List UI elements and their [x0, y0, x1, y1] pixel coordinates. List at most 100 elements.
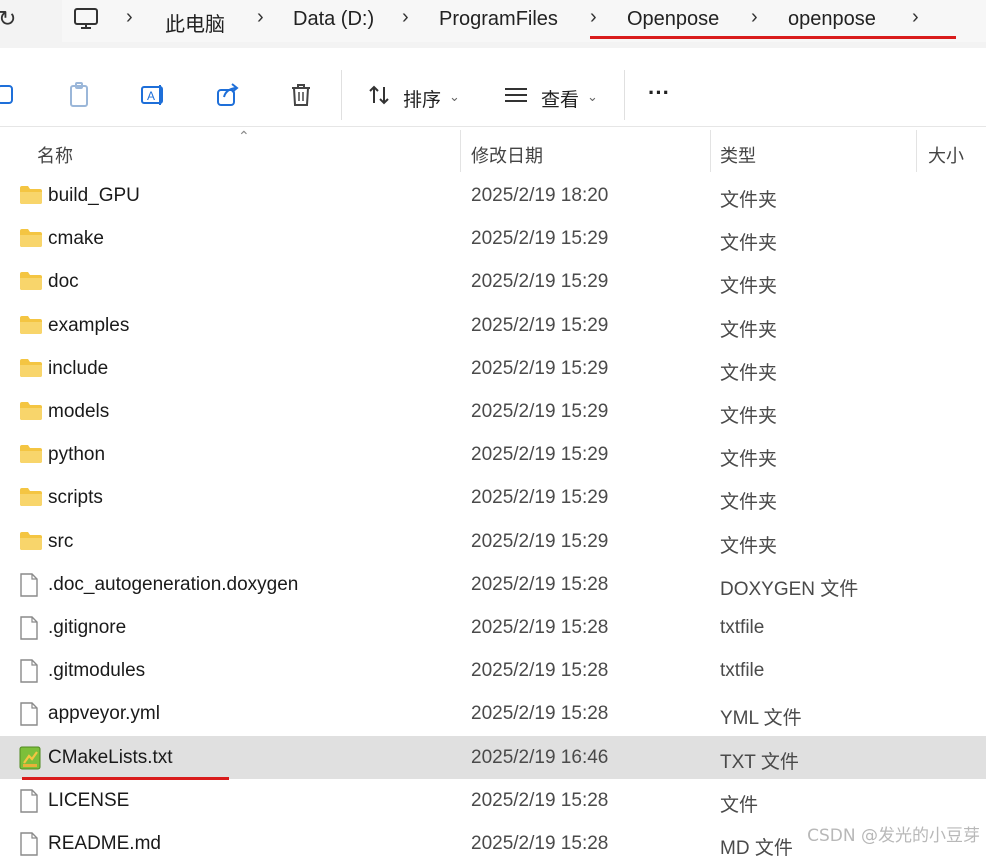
file-row[interactable]: CMakeLists.txt 2025/2/19 16:46 TXT 文件 [0, 735, 986, 779]
file-date: 2025/2/19 15:29 [471, 444, 609, 466]
this-pc-icon[interactable] [73, 7, 99, 36]
file-type: MD 文件 [720, 838, 793, 859]
file-row[interactable]: models 2025/2/19 15:29 文件夹 [0, 390, 986, 433]
breadcrumb-data-drive[interactable]: Data (D:) [293, 8, 374, 31]
red-annotation-underline [590, 36, 956, 39]
file-type: 文件夹 [720, 406, 778, 427]
file-row[interactable]: .gitmodules 2025/2/19 15:28 txtfile [0, 649, 986, 692]
toolbar-divider [624, 70, 625, 120]
column-name[interactable]: 名称 [37, 142, 73, 168]
paste-icon[interactable] [66, 81, 94, 109]
file-date: 2025/2/19 15:28 [471, 573, 609, 595]
file-name: .gitmodules [48, 660, 146, 682]
folder-icon [19, 357, 43, 384]
chevron-right-icon[interactable]: › [751, 6, 758, 29]
file-type: txtfile [720, 660, 765, 682]
column-divider[interactable] [460, 130, 461, 172]
folder-icon [19, 443, 43, 470]
file-row[interactable]: examples 2025/2/19 15:29 文件夹 [0, 304, 986, 347]
file-row[interactable]: build_GPU 2025/2/19 18:20 文件夹 [0, 174, 986, 217]
folder-icon [19, 184, 43, 211]
file-row[interactable]: scripts 2025/2/19 15:29 文件夹 [0, 476, 986, 519]
file-date: 2025/2/19 15:28 [471, 660, 609, 682]
svg-text:A: A [147, 89, 155, 103]
view-icon[interactable] [502, 81, 530, 109]
more-options-button[interactable]: ··· [648, 80, 670, 106]
file-name: scripts [48, 487, 103, 509]
folder-icon [19, 486, 43, 513]
folder-icon [19, 314, 43, 341]
file-type: 文件夹 [720, 492, 778, 514]
file-row[interactable]: doc 2025/2/19 15:29 文件夹 [0, 260, 986, 303]
file-icon [19, 659, 39, 688]
folder-icon [19, 227, 43, 254]
chevron-right-icon[interactable]: › [126, 6, 133, 29]
command-bar: A 排序 ⌄ 查看 ⌄ ··· [0, 48, 986, 127]
file-row[interactable]: include 2025/2/19 15:29 文件夹 [0, 347, 986, 390]
sort-icon[interactable] [366, 81, 394, 109]
column-header: ⌃ 名称 修改日期 类型 大小 [0, 128, 986, 172]
file-date: 2025/2/19 16:46 [471, 746, 609, 768]
file-date: 2025/2/19 15:29 [471, 401, 609, 422]
file-date: 2025/2/19 15:29 [471, 530, 609, 552]
file-date: 2025/2/19 15:29 [471, 314, 609, 336]
file-date: 2025/2/19 15:28 [471, 789, 609, 811]
breadcrumb-openpose-current[interactable]: openpose [788, 8, 876, 31]
file-date: 2025/2/19 15:28 [471, 617, 609, 638]
file-type: 文件夹 [720, 449, 778, 471]
file-row[interactable]: appveyor.yml 2025/2/19 15:28 YML 文件 [0, 692, 986, 735]
rename-icon[interactable]: A [139, 81, 167, 109]
file-name: build_GPU [48, 185, 140, 206]
share-icon[interactable] [214, 81, 242, 109]
address-bar: ↻ › 此电脑 › Data (D:) › ProgramFiles › Ope… [0, 0, 986, 48]
file-type: 文件夹 [720, 233, 778, 255]
file-date: 2025/2/19 18:20 [471, 185, 609, 206]
breadcrumb-openpose-parent[interactable]: Openpose [627, 8, 719, 31]
file-row[interactable]: cmake 2025/2/19 15:29 文件夹 [0, 217, 986, 260]
column-size[interactable]: 大小 [928, 142, 964, 168]
sort-button[interactable]: 排序 [403, 85, 441, 112]
file-name: models [48, 401, 110, 422]
breadcrumb-programfiles[interactable]: ProgramFiles [439, 8, 558, 31]
file-type: 文件夹 [720, 276, 778, 298]
toolbar-divider [341, 70, 342, 120]
copy-icon[interactable] [0, 81, 22, 109]
file-type: TXT 文件 [720, 751, 799, 773]
file-name: cmake [48, 228, 104, 250]
file-type: 文件夹 [720, 362, 778, 384]
file-date: 2025/2/19 15:29 [471, 357, 609, 379]
file-row[interactable]: src 2025/2/19 15:29 文件夹 [0, 520, 986, 563]
file-name: LICENSE [48, 789, 130, 811]
chevron-down-icon[interactable]: ⌄ [587, 89, 598, 105]
file-name: examples [48, 314, 130, 336]
chevron-down-icon[interactable]: ⌄ [449, 89, 460, 105]
chevron-right-icon[interactable]: › [402, 6, 409, 29]
file-type: 文件 [720, 794, 759, 816]
cmake-file-icon [19, 746, 41, 775]
file-row[interactable]: .doc_autogeneration.doxygen 2025/2/19 15:… [0, 563, 986, 606]
file-date: 2025/2/19 15:29 [471, 228, 609, 250]
file-icon [19, 702, 39, 731]
breadcrumb-this-pc[interactable]: 此电脑 [165, 8, 225, 37]
view-button[interactable]: 查看 [541, 85, 579, 112]
file-icon [19, 789, 39, 818]
file-row[interactable]: LICENSE 2025/2/19 15:28 文件 [0, 779, 986, 822]
chevron-right-icon[interactable]: › [257, 6, 264, 29]
delete-icon[interactable] [287, 81, 315, 109]
folder-icon [19, 400, 43, 427]
column-date[interactable]: 修改日期 [471, 142, 543, 168]
column-type[interactable]: 类型 [720, 142, 756, 168]
file-row[interactable]: .gitignore 2025/2/19 15:28 txtfile [0, 606, 986, 649]
file-date: 2025/2/19 15:29 [471, 487, 609, 509]
folder-icon [19, 530, 43, 557]
file-row[interactable]: python 2025/2/19 15:29 文件夹 [0, 433, 986, 476]
chevron-right-icon[interactable]: › [590, 6, 597, 29]
refresh-icon[interactable]: ↻ [0, 6, 16, 32]
column-divider[interactable] [916, 130, 917, 172]
file-date: 2025/2/19 15:29 [471, 271, 609, 293]
column-divider[interactable] [710, 130, 711, 172]
red-annotation-underline [22, 777, 229, 780]
file-type: 文件夹 [720, 190, 778, 211]
chevron-right-icon[interactable]: › [912, 6, 919, 29]
watermark: CSDN @发光的小豆芽 [807, 826, 980, 846]
